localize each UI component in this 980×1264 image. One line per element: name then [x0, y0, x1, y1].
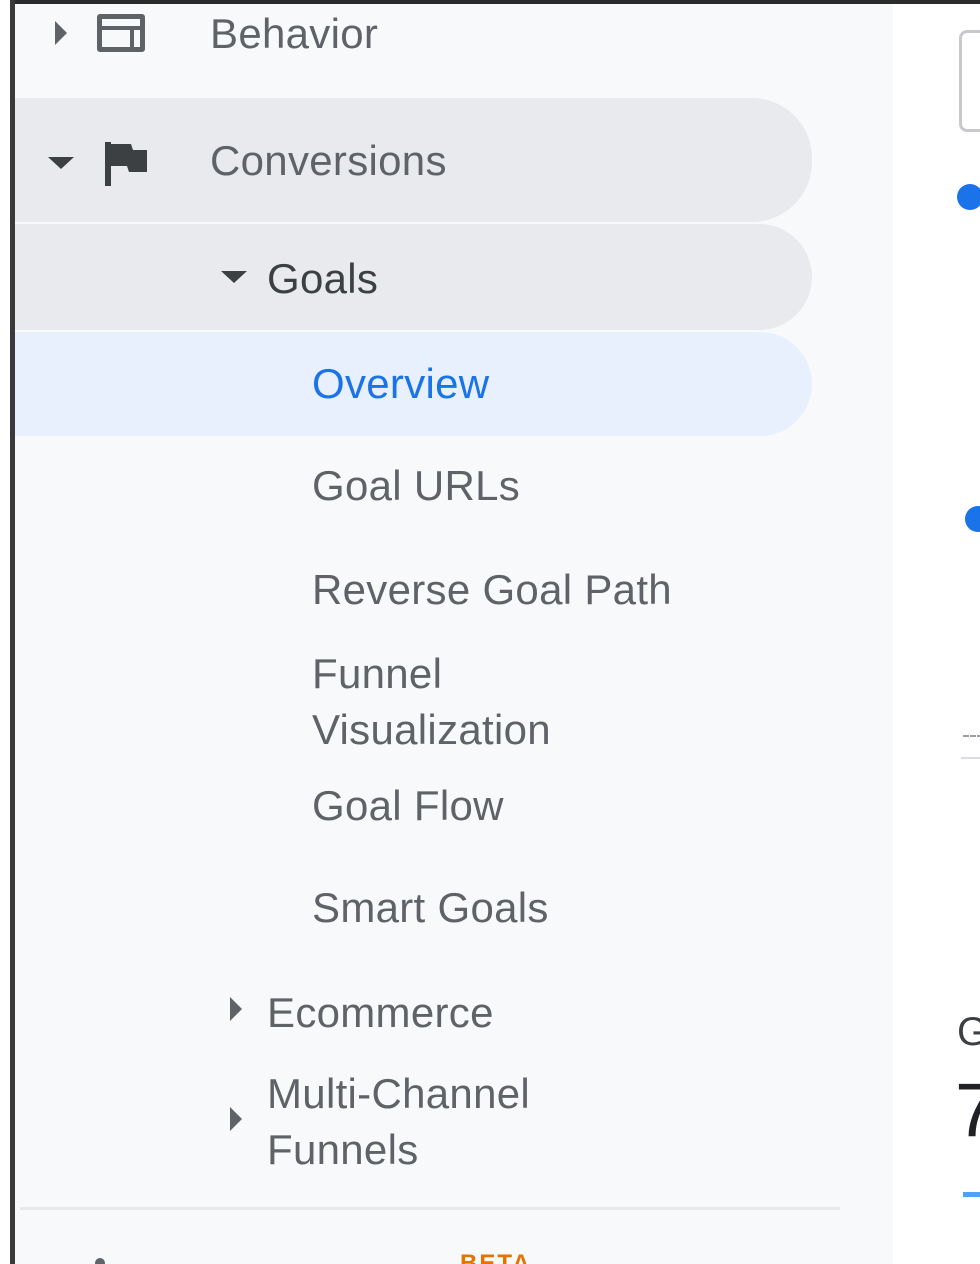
sidebar-item-goals-overview[interactable]: Overview [15, 332, 812, 436]
expand-arrow-icon[interactable] [55, 21, 67, 45]
sidebar-item-label: Goals [267, 255, 379, 302]
sidebar-item-multi-channel-funnels[interactable]: Multi-Channel Funnels [15, 1066, 812, 1190]
sidebar-item-goal-urls[interactable]: Goal URLs [15, 440, 812, 534]
sidebar-item-label: Overview [312, 360, 490, 407]
sidebar-item-label-line2: Visualization [312, 706, 551, 753]
sidebar-item-label: Ecommerce [267, 989, 494, 1036]
behavior-report-icon [97, 14, 145, 52]
sidebar-item-label: Goal Flow [312, 782, 504, 829]
chart-axis-line [961, 757, 980, 759]
expand-arrow-icon[interactable] [230, 997, 242, 1021]
collapse-arrow-icon[interactable] [48, 157, 74, 169]
metric-title: G [957, 1010, 980, 1054]
flag-icon [105, 142, 147, 186]
sidebar-item-conversions[interactable]: Conversions [15, 98, 812, 222]
sidebar-item-behavior[interactable]: Behavior [15, 4, 812, 70]
sidebar-item-goals[interactable]: Goals [15, 224, 812, 330]
sidebar-item-label: Conversions [210, 137, 447, 184]
sidebar-item-label: Multi-Channel [267, 1070, 531, 1117]
sidebar-item-label-line2: Funnels [267, 1126, 419, 1173]
sidebar-item-label: Reverse Goal Path [312, 566, 672, 613]
sidebar-item-label: Funnel [312, 650, 443, 697]
sparkline [963, 1192, 980, 1197]
sidebar-item-label: Smart Goals [312, 884, 549, 931]
metric-legend-dot [957, 184, 980, 210]
sidebar-item-funnel-visualization[interactable]: Funnel Visualization [15, 640, 812, 760]
sidebar-item-goal-flow[interactable]: Goal Flow [15, 762, 812, 854]
chart-gridline [963, 735, 980, 737]
metric-legend-dot [965, 506, 980, 532]
date-range-selector[interactable] [959, 30, 980, 132]
partial-icon [95, 1258, 105, 1264]
sidebar-item-ecommerce[interactable]: Ecommerce [15, 964, 812, 1064]
section-divider [20, 1207, 840, 1210]
report-content-area: G 7 [893, 4, 980, 1264]
sidebar-item-reverse-goal-path[interactable]: Reverse Goal Path [15, 538, 812, 638]
collapse-arrow-icon[interactable] [221, 271, 247, 283]
sidebar: Behavior Conversions Goals Overview Goal… [15, 4, 893, 1264]
metric-value: 7 [955, 1068, 980, 1153]
sidebar-item-smart-goals[interactable]: Smart Goals [15, 858, 812, 958]
expand-arrow-icon[interactable] [230, 1107, 242, 1131]
sidebar-item-label: Behavior [210, 10, 379, 57]
sidebar-item-label: Goal URLs [312, 462, 521, 509]
beta-badge: BETA [460, 1250, 532, 1264]
